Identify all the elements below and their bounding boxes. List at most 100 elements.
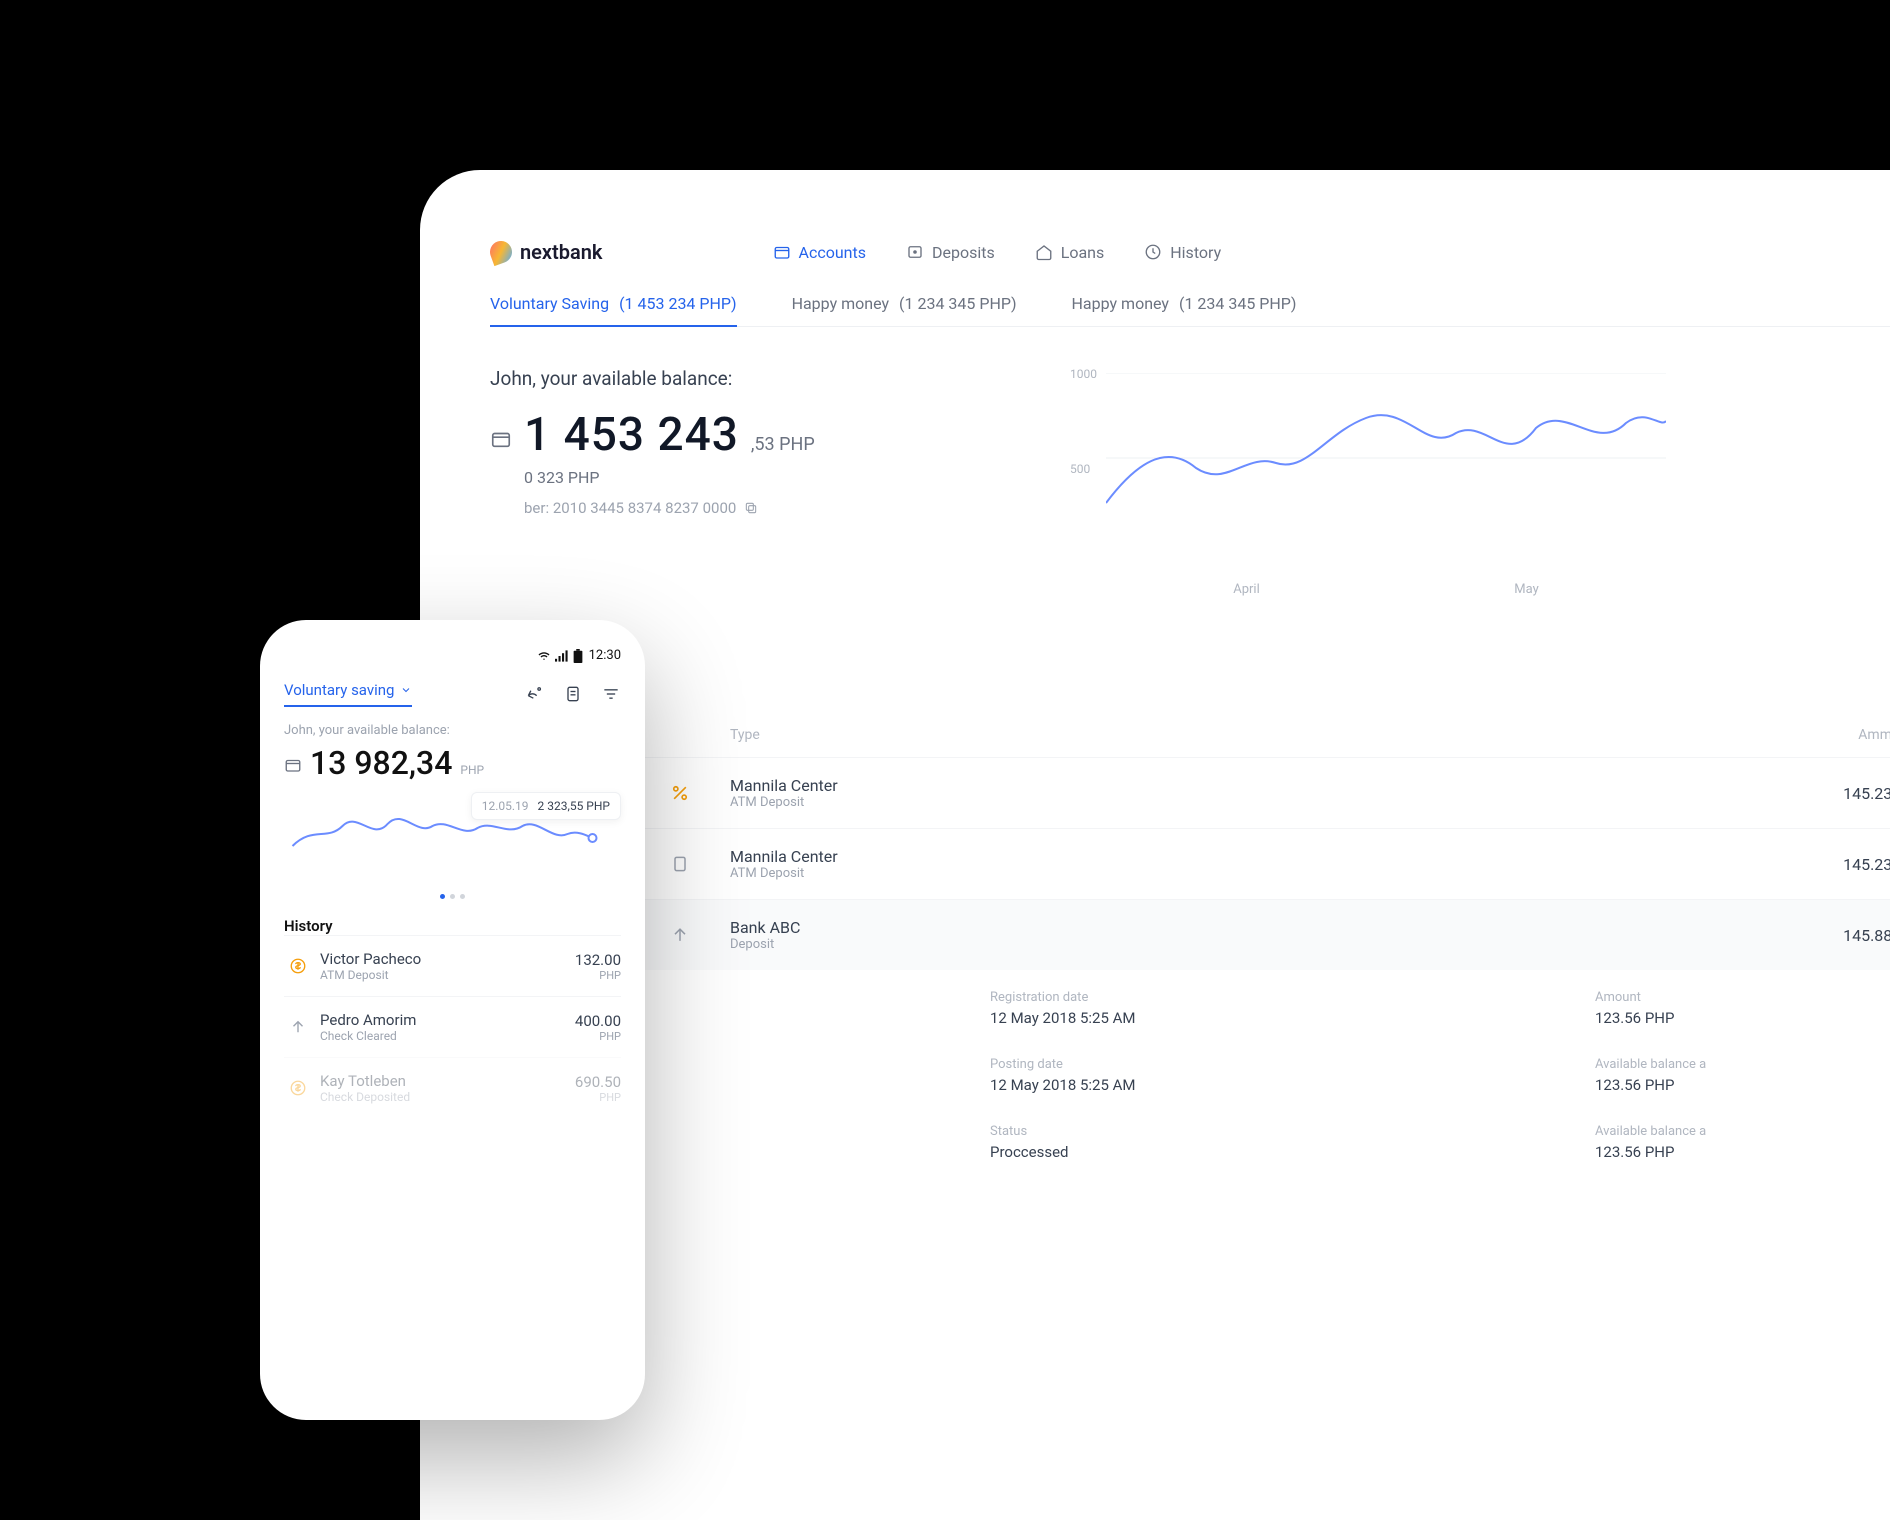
nav-history[interactable]: History — [1144, 243, 1221, 262]
phone-tx-2[interactable]: Kay TotlebenCheck Deposited 690.50PHP — [284, 1057, 621, 1118]
account-tab-2-name: Happy money — [1072, 294, 1169, 313]
avail-value: 123.56 PHP — [1595, 1076, 1890, 1094]
arrow-up-icon — [670, 925, 690, 945]
phone-tx-0-amount: 132.00 — [575, 951, 621, 969]
account-number: ber: 2010 3445 8374 8237 0000 — [524, 499, 1010, 517]
phone-balance-currency: PHP — [460, 763, 484, 777]
wallet-icon — [773, 243, 791, 261]
tx-0-sub: ATM Deposit — [730, 795, 1720, 810]
loans-icon — [1035, 243, 1053, 261]
account-tab-1[interactable]: Happy money (1 234 345 PHP) — [792, 294, 1017, 326]
tx-2-sub: Deposit — [730, 937, 1720, 952]
card-icon — [670, 854, 690, 874]
balance-cents: ,53 PHP — [751, 434, 815, 455]
phone-tx-2-cur: PHP — [575, 1091, 621, 1104]
tx-row-0[interactable]: Mannila CenterATM Deposit 145.23PHP — [490, 757, 1890, 828]
account-tab-0-amount: (1 453 234 PHP) — [619, 294, 737, 313]
balance-amount: 1 453 243 — [524, 408, 739, 462]
brand-logo[interactable]: nextbank — [490, 240, 603, 264]
tx-row-1[interactable]: Mannila CenterATM Deposit 145.23PHP — [490, 828, 1890, 899]
balance-block: John, your available balance: 1 453 243 … — [490, 367, 1010, 597]
phone-chart: 12.05.19 2 323,55 PHP — [284, 796, 621, 886]
phone-account-tab[interactable]: Voluntary saving — [284, 681, 412, 707]
phone-pager-dots[interactable] — [284, 894, 621, 899]
logo-mark-icon — [487, 238, 515, 266]
balance-sub: 0 323 PHP — [524, 468, 1010, 487]
phone-tip-value: 2 323,55 PHP — [538, 799, 610, 813]
tx-1-sub: ATM Deposit — [730, 866, 1720, 881]
phone-history-title: History — [284, 917, 621, 935]
col-type: Type — [730, 727, 1720, 743]
account-tab-2[interactable]: Happy money (1 234 345 PHP) — [1072, 294, 1297, 326]
brand-name: nextbank — [520, 240, 603, 264]
chart-line — [1106, 373, 1666, 543]
tx-0-name: Mannila Center — [730, 776, 1720, 795]
wallet-icon — [284, 756, 302, 774]
phone-tx-1-sub: Check Cleared — [320, 1029, 575, 1043]
pager-dot-0[interactable] — [440, 894, 445, 899]
status-label: Status — [990, 1124, 1515, 1139]
phone-time: 12:30 — [589, 648, 621, 663]
phone-balance-title: John, your available balance: — [284, 723, 621, 738]
percent-icon — [670, 783, 690, 803]
phone-tx-1[interactable]: Pedro AmorimCheck Cleared 400.00PHP — [284, 996, 621, 1057]
nav-loans[interactable]: Loans — [1035, 243, 1105, 262]
account-tab-1-name: Happy money — [792, 294, 889, 313]
deposit-icon — [906, 243, 924, 261]
avail-label: Available balance a — [1595, 1057, 1890, 1072]
battery-icon — [573, 649, 583, 663]
top-nav: nextbank Accounts Deposits Loans Histor — [490, 240, 1890, 294]
phone-tab-label: Voluntary saving — [284, 681, 394, 699]
nav-deposits-label: Deposits — [932, 243, 995, 262]
phone-tx-0[interactable]: Victor PachecoATM Deposit 132.00PHP — [284, 935, 621, 996]
chart-x-april: April — [1233, 582, 1260, 597]
chart-y-500: 500 — [1070, 462, 1090, 476]
dollar-icon — [284, 957, 312, 975]
nav-history-label: History — [1170, 243, 1221, 262]
phone-tx-0-cur: PHP — [575, 969, 621, 982]
tx-row-2[interactable]: Bank ABCDeposit 145.88PHP — [490, 899, 1890, 970]
phone-tip-date: 12.05.19 — [482, 799, 529, 813]
phone-mockup: 12:30 Voluntary saving John, your availa… — [260, 620, 645, 1420]
tx-1-name: Mannila Center — [730, 847, 1720, 866]
phone-tx-0-name: Victor Pacheco — [320, 950, 575, 968]
nav-loans-label: Loans — [1061, 243, 1105, 262]
post-date-value: 12 May 2018 5:25 AM — [990, 1076, 1515, 1094]
phone-tx-0-sub: ATM Deposit — [320, 968, 575, 982]
tx-0-amount: 145.23 — [1843, 784, 1890, 803]
account-tab-0-name: Voluntary Saving — [490, 294, 609, 313]
wifi-icon — [537, 650, 551, 662]
reg-date-label: Registration date — [990, 990, 1515, 1005]
post-date-label: Posting date — [990, 1057, 1515, 1072]
status-value: Proccessed — [990, 1143, 1515, 1161]
account-tab-1-amount: (1 234 345 PHP) — [899, 294, 1017, 313]
amount-value: 123.56 PHP — [1595, 1009, 1890, 1027]
balance-chart: 1000 500 12 May 2 April May — [1070, 367, 1890, 597]
pager-dot-1[interactable] — [450, 894, 455, 899]
account-tab-0[interactable]: Voluntary Saving (1 453 234 PHP) — [490, 294, 737, 327]
document-icon[interactable] — [563, 684, 583, 704]
phone-balance-amount: 13 982,34 — [310, 744, 452, 782]
phone-tx-2-name: Kay Totleben — [320, 1072, 575, 1090]
balance-title: John, your available balance: — [490, 367, 1010, 390]
account-number-value: ber: 2010 3445 8374 8237 0000 — [524, 499, 736, 517]
nav-accounts[interactable]: Accounts — [773, 243, 866, 262]
phone-tx-1-amount: 400.00 — [575, 1012, 621, 1030]
nav-deposits[interactable]: Deposits — [906, 243, 995, 262]
dollar-icon — [284, 1079, 312, 1097]
copy-icon[interactable] — [744, 501, 758, 515]
wallet-icon — [490, 428, 512, 450]
filter-icon[interactable] — [601, 684, 621, 704]
transfer-icon[interactable] — [525, 684, 545, 704]
reg-date-value: 12 May 2018 5:25 AM — [990, 1009, 1515, 1027]
phone-chart-tooltip: 12.05.19 2 323,55 PHP — [471, 792, 621, 820]
chart-y-1000: 1000 — [1070, 367, 1097, 381]
tx-1-amount: 145.23 — [1843, 855, 1890, 874]
phone-tx-2-sub: Check Deposited — [320, 1090, 575, 1104]
history-icon — [1144, 243, 1162, 261]
avail2-value: 123.56 PHP — [1595, 1143, 1890, 1161]
phone-status-bar: 12:30 — [284, 648, 621, 663]
pager-dot-2[interactable] — [460, 894, 465, 899]
chevron-down-icon — [400, 684, 412, 696]
signal-icon — [555, 650, 569, 662]
